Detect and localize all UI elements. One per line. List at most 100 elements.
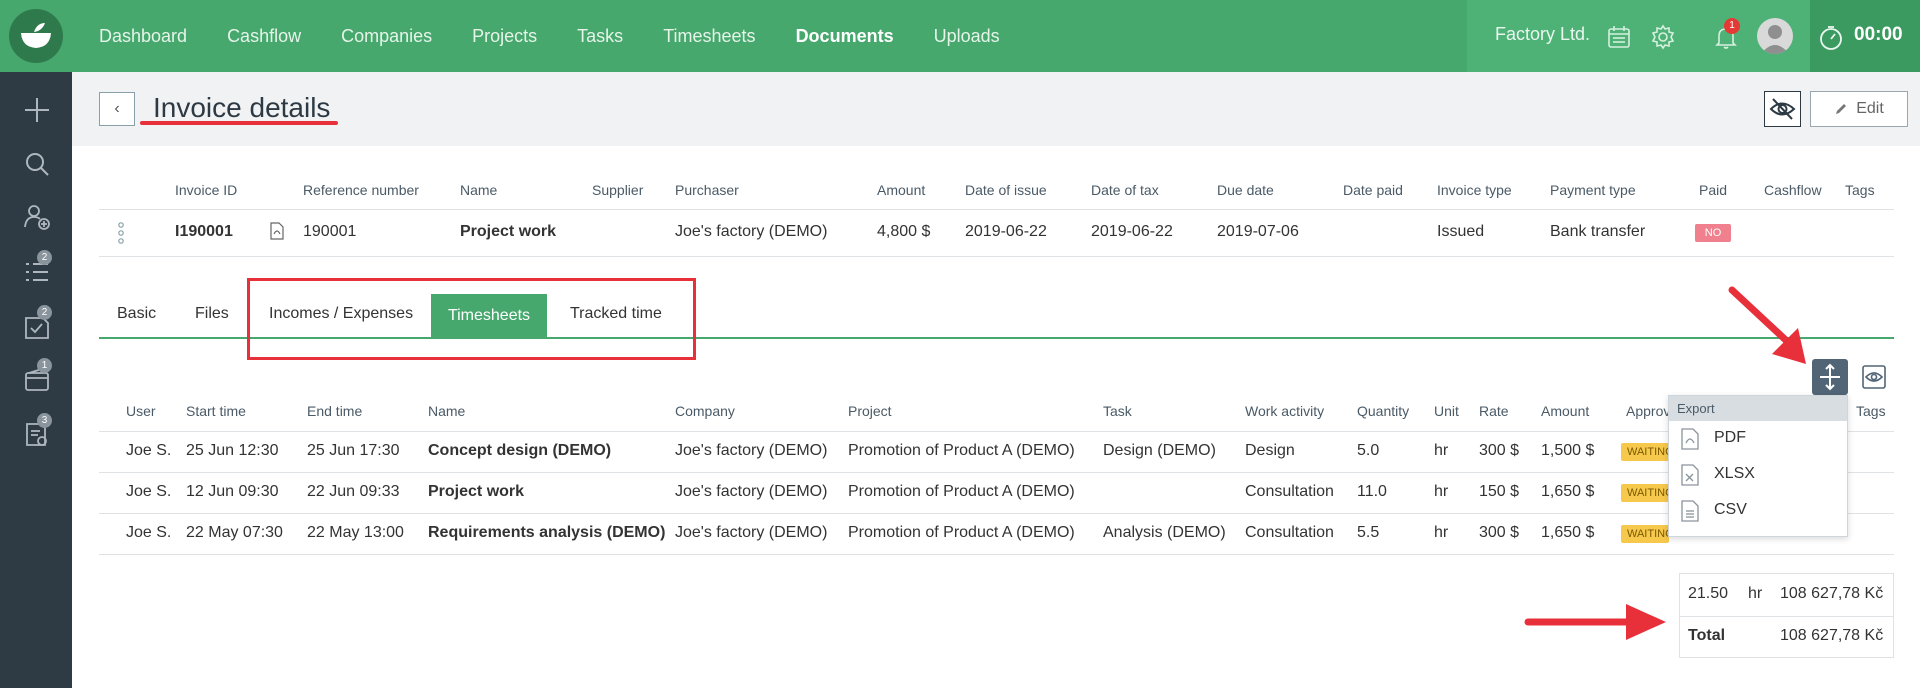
ts-unit: hr bbox=[1434, 524, 1449, 541]
annotation-arrow-export bbox=[1728, 286, 1806, 364]
ts-task: Analysis (DEMO) bbox=[1103, 524, 1226, 541]
ts-col-name[interactable]: Name bbox=[428, 403, 465, 419]
divider bbox=[99, 256, 1894, 257]
column-visibility-icon[interactable] bbox=[1862, 364, 1886, 390]
ts-rate: 300 $ bbox=[1479, 442, 1520, 459]
edit-button[interactable]: Edit bbox=[1810, 91, 1908, 127]
col-purchaser[interactable]: Purchaser bbox=[675, 182, 739, 198]
col-date-issue[interactable]: Date of issue bbox=[965, 182, 1047, 198]
ts-col-rate[interactable]: Rate bbox=[1479, 403, 1509, 419]
ts-activity: Design bbox=[1245, 442, 1295, 459]
ts-col-approval[interactable]: Approv bbox=[1626, 403, 1670, 419]
col-due-date[interactable]: Due date bbox=[1217, 182, 1274, 198]
ts-unit: hr bbox=[1434, 442, 1449, 459]
col-cashflow[interactable]: Cashflow bbox=[1764, 182, 1822, 198]
add-user-icon[interactable] bbox=[23, 203, 51, 231]
divider bbox=[99, 554, 1894, 555]
nav-tasks[interactable]: Tasks bbox=[577, 26, 623, 47]
col-tags[interactable]: Tags bbox=[1845, 182, 1875, 198]
stopwatch-icon[interactable] bbox=[1817, 24, 1843, 50]
divider bbox=[1680, 616, 1893, 617]
ts-col-activity[interactable]: Work activity bbox=[1245, 403, 1324, 419]
app-logo[interactable] bbox=[0, 0, 72, 72]
excel-file-icon bbox=[1681, 464, 1699, 486]
row-menu-icon[interactable] bbox=[117, 222, 125, 244]
export-csv-label: CSV bbox=[1714, 501, 1747, 518]
ts-start: 25 Jun 12:30 bbox=[186, 442, 279, 459]
calendar-icon[interactable] bbox=[1606, 24, 1632, 50]
export-csv-item[interactable]: CSV bbox=[1669, 493, 1847, 529]
col-amount[interactable]: Amount bbox=[877, 182, 925, 198]
col-name[interactable]: Name bbox=[460, 182, 497, 198]
ts-col-unit[interactable]: Unit bbox=[1434, 403, 1459, 419]
plus-icon[interactable] bbox=[23, 96, 51, 124]
ts-company: Joe's factory (DEMO) bbox=[675, 524, 828, 541]
edit-label: Edit bbox=[1856, 100, 1884, 117]
col-invoice-type[interactable]: Invoice type bbox=[1437, 182, 1512, 198]
export-pdf-item[interactable]: PDF bbox=[1669, 421, 1847, 457]
ts-company: Joe's factory (DEMO) bbox=[675, 483, 828, 500]
col-reference[interactable]: Reference number bbox=[303, 182, 419, 198]
ts-start: 22 May 07:30 bbox=[186, 524, 283, 541]
ts-col-start[interactable]: Start time bbox=[186, 403, 246, 419]
nav-documents[interactable]: Documents bbox=[796, 26, 894, 47]
divider bbox=[99, 472, 1894, 473]
total-amount-subtotal: 108 627,78 Kč bbox=[1780, 585, 1884, 602]
main-nav: Dashboard Cashflow Companies Projects Ta… bbox=[99, 0, 1040, 72]
invoice-amount: 4,800 $ bbox=[877, 223, 931, 240]
hide-toggle-button[interactable] bbox=[1764, 91, 1801, 127]
ts-quantity: 11.0 bbox=[1357, 483, 1387, 500]
ts-col-project[interactable]: Project bbox=[848, 403, 892, 419]
export-menu-header: Export bbox=[1669, 396, 1847, 421]
avatar[interactable] bbox=[1757, 18, 1793, 54]
ts-amount: 1,650 $ bbox=[1541, 524, 1595, 541]
csv-file-icon bbox=[1681, 500, 1699, 522]
tab-basic[interactable]: Basic bbox=[117, 305, 156, 323]
gear-icon[interactable] bbox=[1650, 24, 1676, 50]
date-of-tax: 2019-06-22 bbox=[1091, 223, 1173, 240]
ts-col-company[interactable]: Company bbox=[675, 403, 735, 419]
title-underline-annotation bbox=[140, 121, 338, 125]
ts-rate: 150 $ bbox=[1479, 483, 1520, 500]
tasks-badge: 2 bbox=[37, 305, 52, 320]
ts-col-user[interactable]: User bbox=[126, 403, 156, 419]
nav-projects[interactable]: Projects bbox=[472, 26, 537, 47]
back-button[interactable]: ‹ bbox=[99, 92, 135, 126]
nav-timesheets[interactable]: Timesheets bbox=[663, 26, 755, 47]
col-date-paid[interactable]: Date paid bbox=[1343, 182, 1403, 198]
company-switcher[interactable]: Factory Ltd. bbox=[1495, 24, 1590, 45]
export-dropdown: Export PDF XLSX CSV bbox=[1668, 395, 1848, 537]
wallet-badge: 1 bbox=[37, 358, 52, 373]
ts-task: Design (DEMO) bbox=[1103, 442, 1216, 459]
col-invoice-id[interactable]: Invoice ID bbox=[175, 182, 237, 198]
ts-col-task[interactable]: Task bbox=[1103, 403, 1132, 419]
search-icon[interactable] bbox=[23, 150, 51, 178]
page-header bbox=[72, 72, 1920, 146]
total-unit: hr bbox=[1748, 585, 1763, 602]
eye-off-icon bbox=[1769, 98, 1796, 120]
col-paid[interactable]: Paid bbox=[1699, 182, 1727, 198]
nav-dashboard[interactable]: Dashboard bbox=[99, 26, 187, 47]
col-supplier[interactable]: Supplier bbox=[592, 182, 643, 198]
ts-col-quantity[interactable]: Quantity bbox=[1357, 403, 1409, 419]
tab-files[interactable]: Files bbox=[195, 305, 229, 323]
ts-col-amount[interactable]: Amount bbox=[1541, 403, 1589, 419]
timer-value[interactable]: 00:00 bbox=[1854, 24, 1903, 46]
nav-cashflow[interactable]: Cashflow bbox=[227, 26, 301, 47]
ts-project: Promotion of Product A (DEMO) bbox=[848, 524, 1075, 541]
ts-col-end[interactable]: End time bbox=[307, 403, 362, 419]
invoice-name: Project work bbox=[460, 223, 557, 240]
col-payment-type[interactable]: Payment type bbox=[1550, 182, 1636, 198]
notification-badge: 1 bbox=[1724, 18, 1740, 34]
ts-activity: Consultation bbox=[1245, 483, 1334, 500]
divider bbox=[99, 209, 1894, 210]
col-date-tax[interactable]: Date of tax bbox=[1091, 182, 1159, 198]
nav-companies[interactable]: Companies bbox=[341, 26, 432, 47]
ts-project: Promotion of Product A (DEMO) bbox=[848, 483, 1075, 500]
ts-col-tags[interactable]: Tags bbox=[1856, 403, 1886, 419]
ts-rate: 300 $ bbox=[1479, 524, 1520, 541]
pdf-file-icon[interactable] bbox=[270, 222, 284, 245]
export-xlsx-item[interactable]: XLSX bbox=[1669, 457, 1847, 493]
nav-uploads[interactable]: Uploads bbox=[934, 26, 1000, 47]
ts-name: Requirements analysis (DEMO) bbox=[428, 524, 666, 541]
